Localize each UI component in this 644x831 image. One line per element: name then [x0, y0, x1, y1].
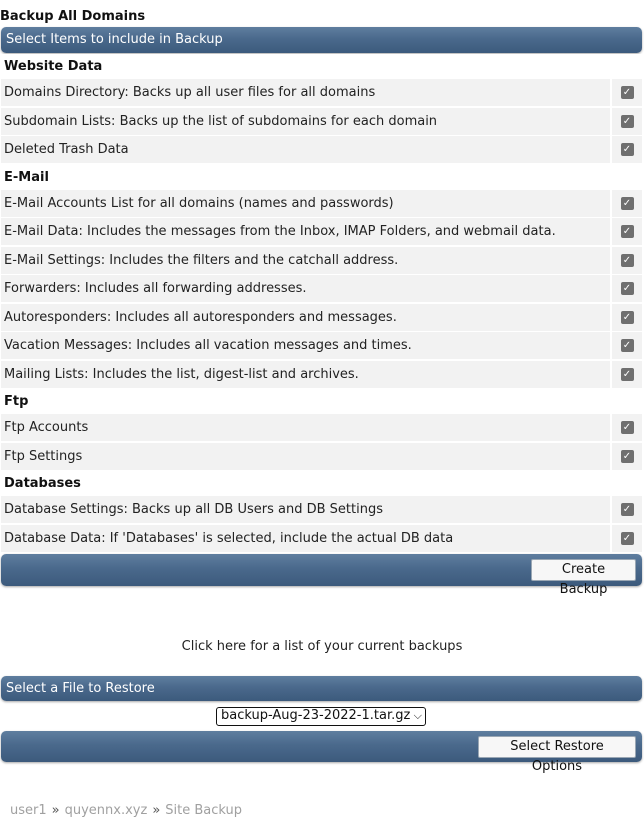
restore-options-bar: Select Restore Options [1, 731, 642, 774]
backup-item-row: Autoresponders: Includes all autorespond… [1, 303, 642, 331]
backup-item-row: E-Mail Accounts List for all domains (na… [1, 189, 642, 217]
breadcrumb-current: Site Backup [165, 803, 243, 818]
checkbox-cell: ✓ [610, 275, 642, 302]
backup-item-label: Domains Directory: Backs up all user fil… [4, 85, 376, 100]
backup-item-label: Subdomain Lists: Backs up the list of su… [4, 113, 438, 129]
checkbox-cell: ✓ [610, 524, 642, 552]
backup-item-label: Autoresponders: Includes all autorespond… [4, 309, 397, 325]
backup-items-list: Website Data Domains Directory: Backs up … [1, 54, 642, 553]
create-backup-button[interactable]: Create Backup [531, 559, 636, 597]
restore-file-select[interactable]: backup-Aug-23-2022-1.tar.gz ⌵ [216, 707, 426, 726]
current-backups-link[interactable]: Click here for a list of your current ba… [0, 639, 644, 654]
backup-item-label: Forwarders: Includes all forwarding addr… [4, 281, 307, 296]
create-backup-bar: Create Backup [1, 554, 642, 597]
backup-item-row: Deleted Trash Data ✓ [1, 136, 642, 163]
checkbox-cell: ✓ [610, 360, 642, 388]
backup-item-row: Database Settings: Backs up all DB Users… [1, 496, 642, 523]
select-items-header-label: Select Items to include in Backup [6, 32, 223, 47]
backup-item-row: Mailing Lists: Includes the list, digest… [1, 360, 642, 388]
section-heading: Website Data [1, 54, 642, 79]
checkbox-checked-icon[interactable]: ✓ [620, 225, 634, 238]
backup-item-label: E-Mail Accounts List for all domains (na… [4, 195, 394, 211]
checkbox-cell: ✓ [610, 136, 642, 163]
breadcrumb-separator: » [51, 803, 60, 818]
select-restore-options-button[interactable]: Select Restore Options [478, 736, 636, 774]
checkbox-cell: ✓ [610, 189, 642, 217]
chevron-down-icon: ⌵ [413, 709, 422, 722]
select-items-header: Select Items to include in Backup [1, 27, 642, 53]
breadcrumb-user[interactable]: user1 [10, 803, 47, 818]
checkbox-cell: ✓ [610, 332, 642, 359]
breadcrumb-domain[interactable]: quyennx.xyz [65, 803, 148, 818]
checkbox-cell: ✓ [610, 218, 642, 245]
checkbox-checked-icon[interactable]: ✓ [620, 282, 634, 295]
checkbox-checked-icon[interactable]: ✓ [620, 310, 634, 324]
checkbox-checked-icon[interactable]: ✓ [620, 449, 634, 463]
checkbox-checked-icon[interactable]: ✓ [620, 86, 634, 99]
checkbox-checked-icon[interactable]: ✓ [620, 114, 634, 128]
backup-item-row: Forwarders: Includes all forwarding addr… [1, 275, 642, 302]
backup-item-row: Domains Directory: Backs up all user fil… [1, 79, 642, 106]
checkbox-checked-icon[interactable]: ✓ [620, 196, 634, 210]
checkbox-cell: ✓ [610, 414, 642, 441]
section-heading: E-Mail [1, 164, 642, 190]
backup-item-row: Database Data: If 'Databases' is selecte… [1, 524, 642, 552]
backup-item-row: Ftp Settings ✓ [1, 442, 642, 470]
backup-item-label: Mailing Lists: Includes the list, digest… [4, 366, 359, 382]
checkbox-checked-icon[interactable]: ✓ [620, 253, 634, 267]
checkbox-checked-icon[interactable]: ✓ [620, 421, 634, 434]
checkbox-cell: ✓ [610, 303, 642, 331]
backup-item-label: Ftp Settings [4, 448, 83, 464]
backup-item-label: E-Mail Data: Includes the messages from … [4, 224, 556, 239]
backup-item-row: Vacation Messages: Includes all vacation… [1, 332, 642, 359]
checkbox-checked-icon[interactable]: ✓ [620, 503, 634, 516]
backup-item-row: Ftp Accounts ✓ [1, 414, 642, 441]
restore-header-label: Select a File to Restore [6, 681, 155, 696]
backup-item-label: Vacation Messages: Includes all vacation… [4, 338, 412, 353]
backup-item-label: Database Data: If 'Databases' is selecte… [4, 530, 454, 546]
checkbox-cell: ✓ [610, 107, 642, 135]
backup-item-row: Subdomain Lists: Backs up the list of su… [1, 107, 642, 135]
backup-item-label: Deleted Trash Data [4, 142, 129, 157]
checkbox-cell: ✓ [610, 496, 642, 523]
checkbox-cell: ✓ [610, 79, 642, 106]
restore-file-value: backup-Aug-23-2022-1.tar.gz [221, 708, 411, 723]
checkbox-checked-icon[interactable]: ✓ [620, 367, 634, 381]
backup-item-label: Database Settings: Backs up all DB Users… [4, 502, 383, 517]
section-heading: Ftp [1, 389, 642, 414]
checkbox-cell: ✓ [610, 246, 642, 274]
checkbox-cell: ✓ [610, 442, 642, 470]
page-title: Backup All Domains [0, 9, 146, 24]
backup-item-row: E-Mail Settings: Includes the filters an… [1, 246, 642, 274]
breadcrumb: user1 » quyennx.xyz » Site Backup [10, 803, 242, 818]
restore-header: Select a File to Restore [1, 676, 642, 701]
breadcrumb-separator: » [152, 803, 161, 818]
checkbox-checked-icon[interactable]: ✓ [620, 531, 634, 545]
checkbox-checked-icon[interactable]: ✓ [620, 143, 634, 156]
backup-item-label: E-Mail Settings: Includes the filters an… [4, 252, 399, 268]
checkbox-checked-icon[interactable]: ✓ [620, 339, 634, 352]
section-heading: Databases [1, 471, 642, 496]
backup-item-label: Ftp Accounts [4, 420, 89, 435]
backup-item-row: E-Mail Data: Includes the messages from … [1, 218, 642, 245]
